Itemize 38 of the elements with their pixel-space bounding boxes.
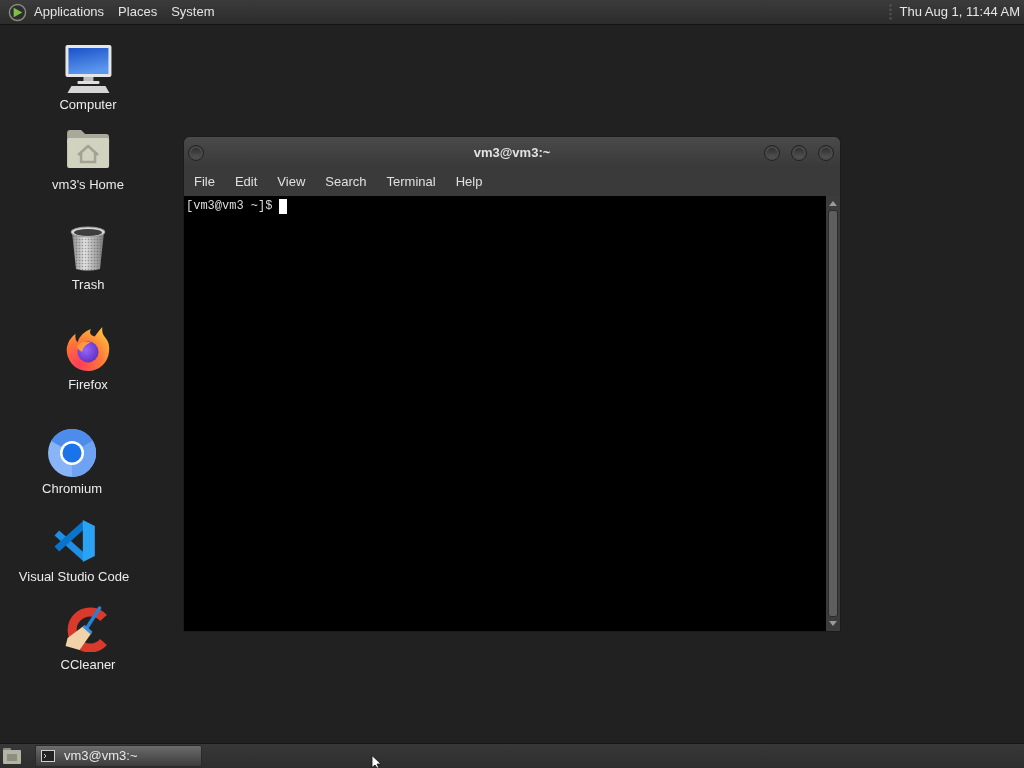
computer-icon — [64, 44, 112, 94]
desktop-shortcut[interactable]: Visual Studio Code — [18, 517, 130, 585]
terminal-icon — [41, 750, 55, 762]
desktop-shortcut[interactable]: Chromium — [42, 429, 102, 497]
vscode-icon — [52, 519, 96, 563]
window-menu-item[interactable]: Search — [315, 169, 377, 195]
folder-icon[interactable] — [2, 747, 22, 765]
terminal-area[interactable]: [vm3@vm3 ~]$ — [184, 196, 826, 631]
block-cursor-icon — [279, 199, 288, 214]
panel-menu[interactable]: Applications — [27, 0, 112, 24]
scroll-down-icon[interactable] — [829, 621, 837, 626]
panel-menu[interactable]: Places — [111, 0, 165, 24]
trash-can-icon — [69, 226, 107, 272]
desktop-shortcut[interactable]: CCleaner — [60, 605, 116, 673]
window-menu-item[interactable]: View — [267, 169, 316, 195]
play-circle-icon[interactable] — [8, 2, 27, 22]
home-folder-icon — [66, 129, 110, 169]
scrollbar-thumb[interactable] — [828, 210, 838, 617]
scroll-up-icon[interactable] — [829, 201, 837, 206]
window-menu-button[interactable] — [188, 144, 204, 161]
desktop-shortcut[interactable]: Computer — [59, 45, 117, 113]
firefox-icon — [65, 326, 111, 372]
clock[interactable]: Thu Aug 1, 11:44 AM — [899, 2, 1024, 22]
maximize-button[interactable] — [791, 144, 807, 161]
window-menu-item[interactable]: Edit — [224, 169, 268, 195]
desktop-shortcut[interactable]: vm3's Home — [52, 125, 124, 193]
window-menu-item[interactable]: File — [184, 169, 225, 195]
panel-menu[interactable]: System — [164, 0, 222, 24]
window-title: vm3@vm3:~ — [473, 143, 551, 162]
desktop-shortcut[interactable]: Trash — [64, 225, 112, 293]
minimize-button[interactable] — [764, 144, 780, 161]
desktop-shortcut[interactable]: Firefox — [64, 325, 112, 393]
terminal-prompt: [vm3@vm3 ~]$ — [186, 199, 273, 214]
taskbar-button[interactable]: vm3@vm3:~ — [35, 745, 202, 767]
window-menu-item[interactable]: Help — [445, 169, 493, 195]
close-button[interactable] — [818, 144, 834, 161]
chromium-icon — [48, 429, 96, 477]
window-menu-item[interactable]: Terminal — [376, 169, 446, 195]
